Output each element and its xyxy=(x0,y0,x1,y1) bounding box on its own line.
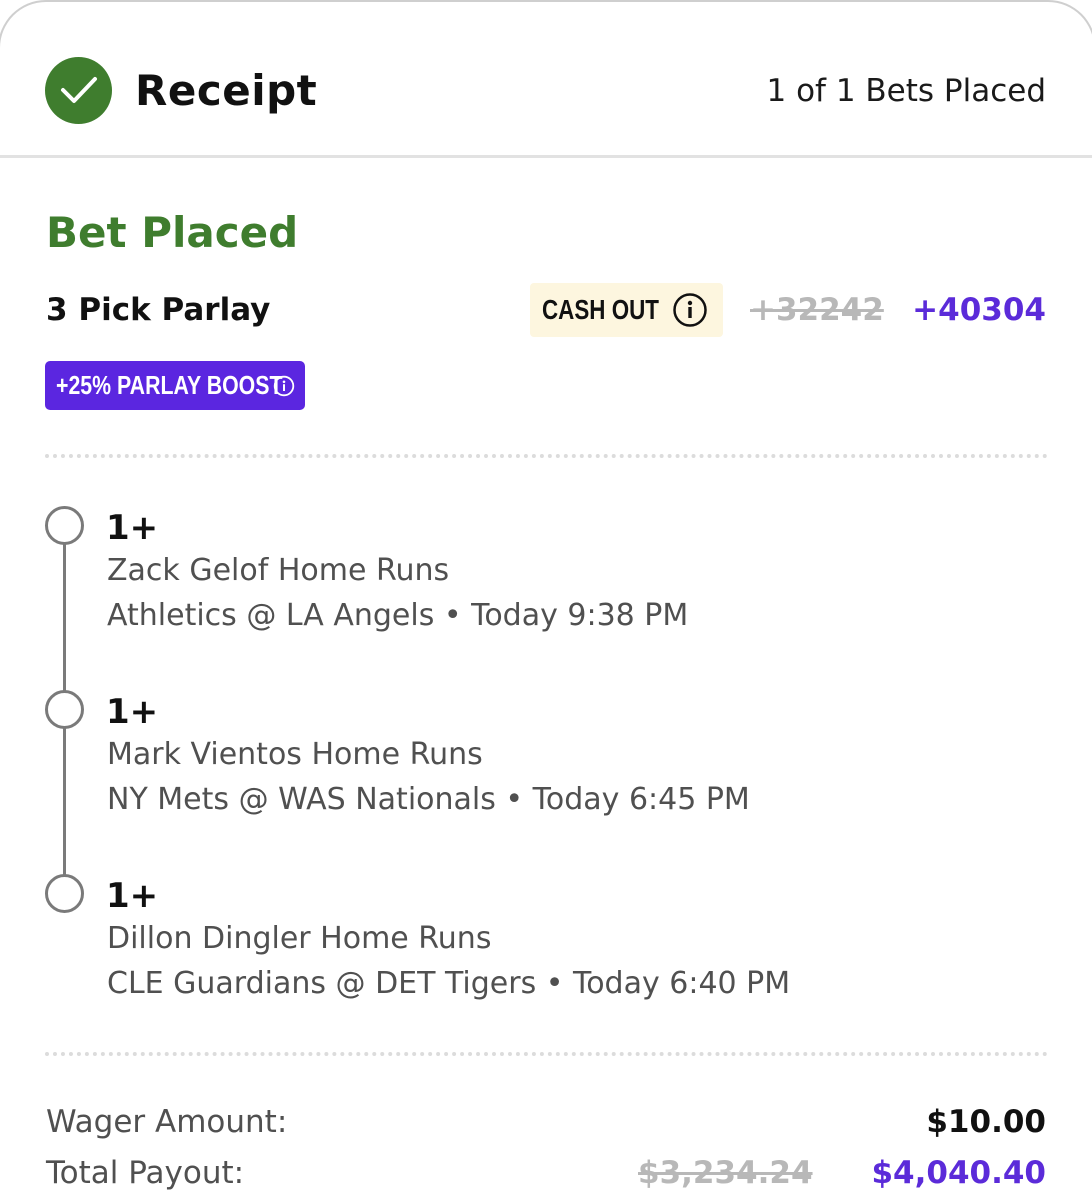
leg-line: 1+ xyxy=(106,692,159,732)
info-icon[interactable] xyxy=(672,292,708,332)
leg-player-market: Zack Gelof Home Runs xyxy=(107,553,450,588)
original-payout: $3,234.24 xyxy=(638,1155,813,1191)
receipt-sheet: Receipt 1 of 1 Bets Placed Bet Placed 3 … xyxy=(0,0,1092,1200)
parlay-boost-label: +25% PARLAY BOOST xyxy=(56,370,283,400)
total-payout-label: Total Payout: xyxy=(46,1155,245,1191)
cash-out-label: CASH OUT xyxy=(542,294,659,325)
leg-line: 1+ xyxy=(106,508,159,548)
receipt-header: Receipt 1 of 1 Bets Placed xyxy=(0,0,1092,158)
divider xyxy=(45,1052,1048,1056)
bet-type: 3 Pick Parlay xyxy=(46,292,271,328)
check-circle-icon xyxy=(45,57,112,124)
leg-player-market: Dillon Dingler Home Runs xyxy=(107,921,492,956)
boosted-odds: +40304 xyxy=(912,292,1046,328)
parlay-boost-badge[interactable]: +25% PARLAY BOOST xyxy=(45,361,305,410)
divider xyxy=(45,454,1048,458)
bets-placed-count: 1 of 1 Bets Placed xyxy=(766,73,1046,109)
leg-status-circle-icon xyxy=(45,874,84,913)
boosted-payout: $4,040.40 xyxy=(871,1155,1046,1191)
wager-amount-label: Wager Amount: xyxy=(46,1104,288,1140)
leg-line: 1+ xyxy=(106,876,159,916)
wager-amount-value: $10.00 xyxy=(926,1104,1046,1140)
leg-status-circle-icon xyxy=(45,690,84,729)
leg-status-circle-icon xyxy=(45,506,84,545)
leg-game-info: Athletics @ LA Angels • Today 9:38 PM xyxy=(107,598,689,633)
cash-out-button[interactable]: CASH OUT xyxy=(530,283,723,337)
bet-status: Bet Placed xyxy=(46,208,299,257)
info-icon[interactable] xyxy=(273,375,295,401)
leg-game-info: CLE Guardians @ DET Tigers • Today 6:40 … xyxy=(107,966,791,1001)
original-odds: +32242 xyxy=(750,292,884,328)
leg-game-info: NY Mets @ WAS Nationals • Today 6:45 PM xyxy=(107,782,750,817)
leg-player-market: Mark Vientos Home Runs xyxy=(107,737,483,772)
page-title: Receipt xyxy=(135,66,318,115)
